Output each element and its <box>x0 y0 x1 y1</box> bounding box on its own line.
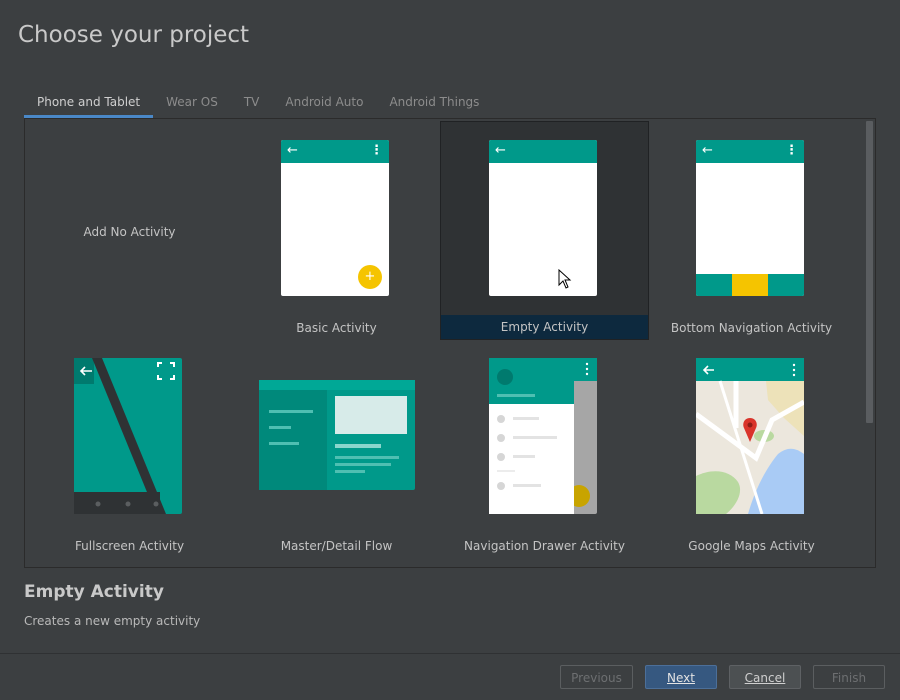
page-title: Choose your project <box>18 22 250 48</box>
overflow-menu-icon: ⋮ <box>370 143 383 158</box>
form-factor-tabs: Phone and Tablet Wear OS TV Android Auto… <box>24 88 492 118</box>
tab-android-auto[interactable]: Android Auto <box>272 88 376 118</box>
tab-phone-and-tablet[interactable]: Phone and Tablet <box>24 88 154 118</box>
template-basic-activity[interactable]: ← ⋮ + Basic Activity <box>233 122 440 339</box>
google-maps-preview <box>696 358 804 514</box>
fab-plus-icon: + <box>358 265 382 289</box>
back-arrow-icon: ← <box>495 143 506 158</box>
selected-template-title: Empty Activity <box>24 582 164 602</box>
template-add-no-activity[interactable]: Add No Activity <box>26 122 233 339</box>
gallery-scrollbar[interactable] <box>866 121 873 423</box>
template-navigation-drawer-activity[interactable]: Navigation Drawer Activity <box>441 340 648 557</box>
tab-android-things[interactable]: Android Things <box>376 88 492 118</box>
selected-template-description: Creates a new empty activity <box>24 614 201 628</box>
template-label: Google Maps Activity <box>688 539 815 553</box>
app-bar: ← ⋮ <box>696 140 804 163</box>
bottom-nav-bar <box>696 274 804 296</box>
empty-activity-preview: ← <box>489 140 597 296</box>
master-detail-preview <box>259 380 415 490</box>
template-google-maps-activity[interactable]: Google Maps Activity <box>648 340 855 557</box>
cancel-button[interactable]: Cancel <box>729 665 801 689</box>
app-bar: ← ⋮ <box>281 140 389 163</box>
bottom-navigation-preview: ← ⋮ <box>696 140 804 296</box>
tab-tv[interactable]: TV <box>231 88 273 118</box>
template-label: Empty Activity <box>441 315 648 339</box>
template-label: Navigation Drawer Activity <box>464 539 625 553</box>
next-button[interactable]: Next <box>645 665 717 689</box>
template-label: Basic Activity <box>296 321 377 335</box>
back-arrow-icon: ← <box>287 143 298 158</box>
template-label: Bottom Navigation Activity <box>670 321 833 335</box>
template-label: Add No Activity <box>83 225 176 239</box>
template-gallery: Add No Activity ← ⋮ + Basic Activity ← E… <box>24 118 876 568</box>
finish-button[interactable]: Finish <box>813 665 885 689</box>
mouse-cursor-icon <box>558 269 572 289</box>
template-fullscreen-activity[interactable]: Fullscreen Activity <box>26 340 233 557</box>
template-label: Fullscreen Activity <box>74 539 185 553</box>
template-bottom-navigation-activity[interactable]: ← ⋮ Bottom Navigation Activity <box>648 122 855 339</box>
navigation-drawer-preview <box>489 358 597 514</box>
template-label: Master/Detail Flow <box>280 539 393 553</box>
template-master-detail-flow[interactable]: Master/Detail Flow <box>233 340 440 557</box>
back-arrow-icon: ← <box>702 143 713 158</box>
tab-wear-os[interactable]: Wear OS <box>153 88 231 118</box>
footer-divider <box>0 653 900 654</box>
template-empty-activity[interactable]: ← Empty Activity <box>440 121 649 340</box>
previous-button[interactable]: Previous <box>560 665 633 689</box>
fullscreen-activity-preview <box>74 358 182 514</box>
app-bar: ← <box>489 140 597 163</box>
overflow-menu-icon: ⋮ <box>785 143 798 158</box>
basic-activity-preview: ← ⋮ + <box>281 140 389 296</box>
